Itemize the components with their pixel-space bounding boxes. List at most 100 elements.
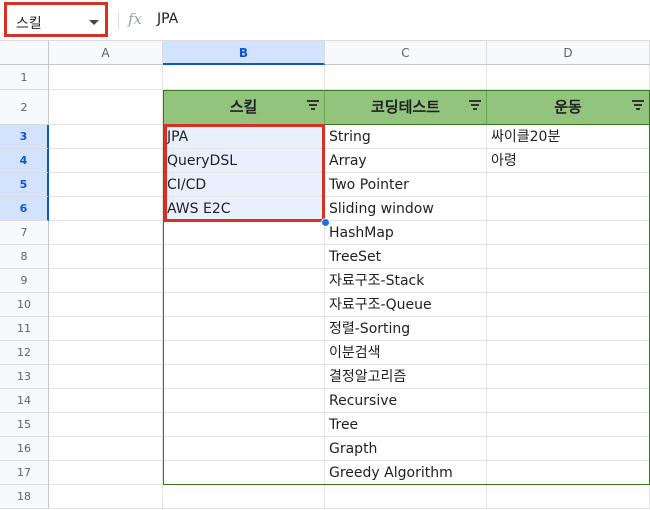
cell[interactable] <box>325 485 487 509</box>
cell[interactable] <box>163 269 325 293</box>
row-header-16[interactable]: 16 <box>0 437 49 461</box>
cell[interactable] <box>163 317 325 341</box>
cell[interactable] <box>487 245 650 269</box>
cell[interactable] <box>163 365 325 389</box>
cell[interactable] <box>487 341 650 365</box>
cell[interactable] <box>49 437 163 461</box>
formula-input[interactable]: JPA <box>157 11 178 27</box>
table-cell[interactable]: 아령 <box>487 149 650 173</box>
cell[interactable] <box>49 221 163 245</box>
cell[interactable] <box>49 413 163 437</box>
cell[interactable] <box>487 269 650 293</box>
cell[interactable] <box>325 65 487 90</box>
cell[interactable] <box>487 65 650 90</box>
table-cell[interactable]: QueryDSL <box>163 149 325 173</box>
table-cell[interactable]: AWS E2C <box>163 197 325 221</box>
table-cell[interactable]: 이분검색 <box>325 341 487 365</box>
table-cell[interactable]: TreeSet <box>325 245 487 269</box>
table-cell[interactable]: Array <box>325 149 487 173</box>
cell[interactable] <box>163 245 325 269</box>
table-cell[interactable]: Sliding window <box>325 197 487 221</box>
cell[interactable] <box>49 125 163 149</box>
filter-icon[interactable] <box>632 100 644 110</box>
row-header-3[interactable]: 3 <box>0 125 49 149</box>
cell[interactable] <box>49 317 163 341</box>
name-box[interactable]: 스킬 <box>4 2 108 37</box>
table-cell[interactable]: Recursive <box>325 389 487 413</box>
cell[interactable] <box>487 437 650 461</box>
filter-icon[interactable] <box>469 100 481 110</box>
row-header-4[interactable]: 4 <box>0 149 49 173</box>
row-header-14[interactable]: 14 <box>0 389 49 413</box>
cell[interactable] <box>487 221 650 245</box>
cell[interactable] <box>163 221 325 245</box>
cell[interactable] <box>487 365 650 389</box>
cell[interactable] <box>487 461 650 485</box>
cell[interactable] <box>487 389 650 413</box>
cell[interactable] <box>163 293 325 317</box>
cell[interactable] <box>49 389 163 413</box>
table-header-cell[interactable]: 코딩테스트 <box>325 90 487 125</box>
cell[interactable] <box>49 485 163 509</box>
table-cell[interactable]: 결정알고리즘 <box>325 365 487 389</box>
cell[interactable] <box>487 317 650 341</box>
row-header-9[interactable]: 9 <box>0 269 49 293</box>
cell[interactable] <box>163 65 325 90</box>
column-header-b[interactable]: B <box>163 40 325 65</box>
table-cell[interactable]: HashMap <box>325 221 487 245</box>
row-header-7[interactable]: 7 <box>0 221 49 245</box>
cell[interactable] <box>49 341 163 365</box>
row-header-1[interactable]: 1 <box>0 65 49 90</box>
cell[interactable] <box>49 269 163 293</box>
row-header-6[interactable]: 6 <box>0 197 49 221</box>
table-header-cell[interactable]: 스킬 <box>163 90 325 125</box>
cell[interactable] <box>487 413 650 437</box>
select-all-corner[interactable] <box>0 40 49 65</box>
table-cell[interactable]: 자료구조-Queue <box>325 293 487 317</box>
table-cell[interactable]: Greedy Algorithm <box>325 461 487 485</box>
fill-handle[interactable] <box>321 218 330 227</box>
cell[interactable] <box>163 389 325 413</box>
cell[interactable] <box>49 461 163 485</box>
table-cell[interactable]: Two Pointer <box>325 173 487 197</box>
table-cell[interactable]: String <box>325 125 487 149</box>
cell[interactable] <box>49 197 163 221</box>
cell[interactable] <box>49 365 163 389</box>
cell[interactable] <box>163 437 325 461</box>
cell[interactable] <box>49 245 163 269</box>
cell[interactable] <box>487 173 650 197</box>
table-cell[interactable]: Tree <box>325 413 487 437</box>
row-header-15[interactable]: 15 <box>0 413 49 437</box>
column-header-d[interactable]: D <box>487 40 650 65</box>
row-header-17[interactable]: 17 <box>0 461 49 485</box>
cell[interactable] <box>49 149 163 173</box>
cell[interactable] <box>487 485 650 509</box>
cell[interactable] <box>487 293 650 317</box>
row-header-11[interactable]: 11 <box>0 317 49 341</box>
row-header-10[interactable]: 10 <box>0 293 49 317</box>
cell[interactable] <box>163 461 325 485</box>
table-cell[interactable]: CI/CD <box>163 173 325 197</box>
table-cell[interactable]: Grapth <box>325 437 487 461</box>
cell[interactable] <box>49 65 163 90</box>
cell[interactable] <box>49 90 163 125</box>
table-cell[interactable]: 자료구조-Stack <box>325 269 487 293</box>
column-header-a[interactable]: A <box>49 40 163 65</box>
table-cell[interactable]: JPA <box>163 125 325 149</box>
cell[interactable] <box>487 197 650 221</box>
cell[interactable] <box>163 485 325 509</box>
row-header-18[interactable]: 18 <box>0 485 49 509</box>
chevron-down-icon[interactable] <box>89 20 99 25</box>
cell[interactable] <box>49 173 163 197</box>
row-header-5[interactable]: 5 <box>0 173 49 197</box>
table-header-cell[interactable]: 운동 <box>487 90 650 125</box>
table-cell[interactable]: 정렬-Sorting <box>325 317 487 341</box>
row-header-2[interactable]: 2 <box>0 90 49 125</box>
table-cell[interactable]: 싸이클20분 <box>487 125 650 149</box>
row-header-13[interactable]: 13 <box>0 365 49 389</box>
cell[interactable] <box>163 341 325 365</box>
row-header-8[interactable]: 8 <box>0 245 49 269</box>
row-header-12[interactable]: 12 <box>0 341 49 365</box>
column-header-c[interactable]: C <box>325 40 487 65</box>
filter-icon[interactable] <box>307 100 319 110</box>
